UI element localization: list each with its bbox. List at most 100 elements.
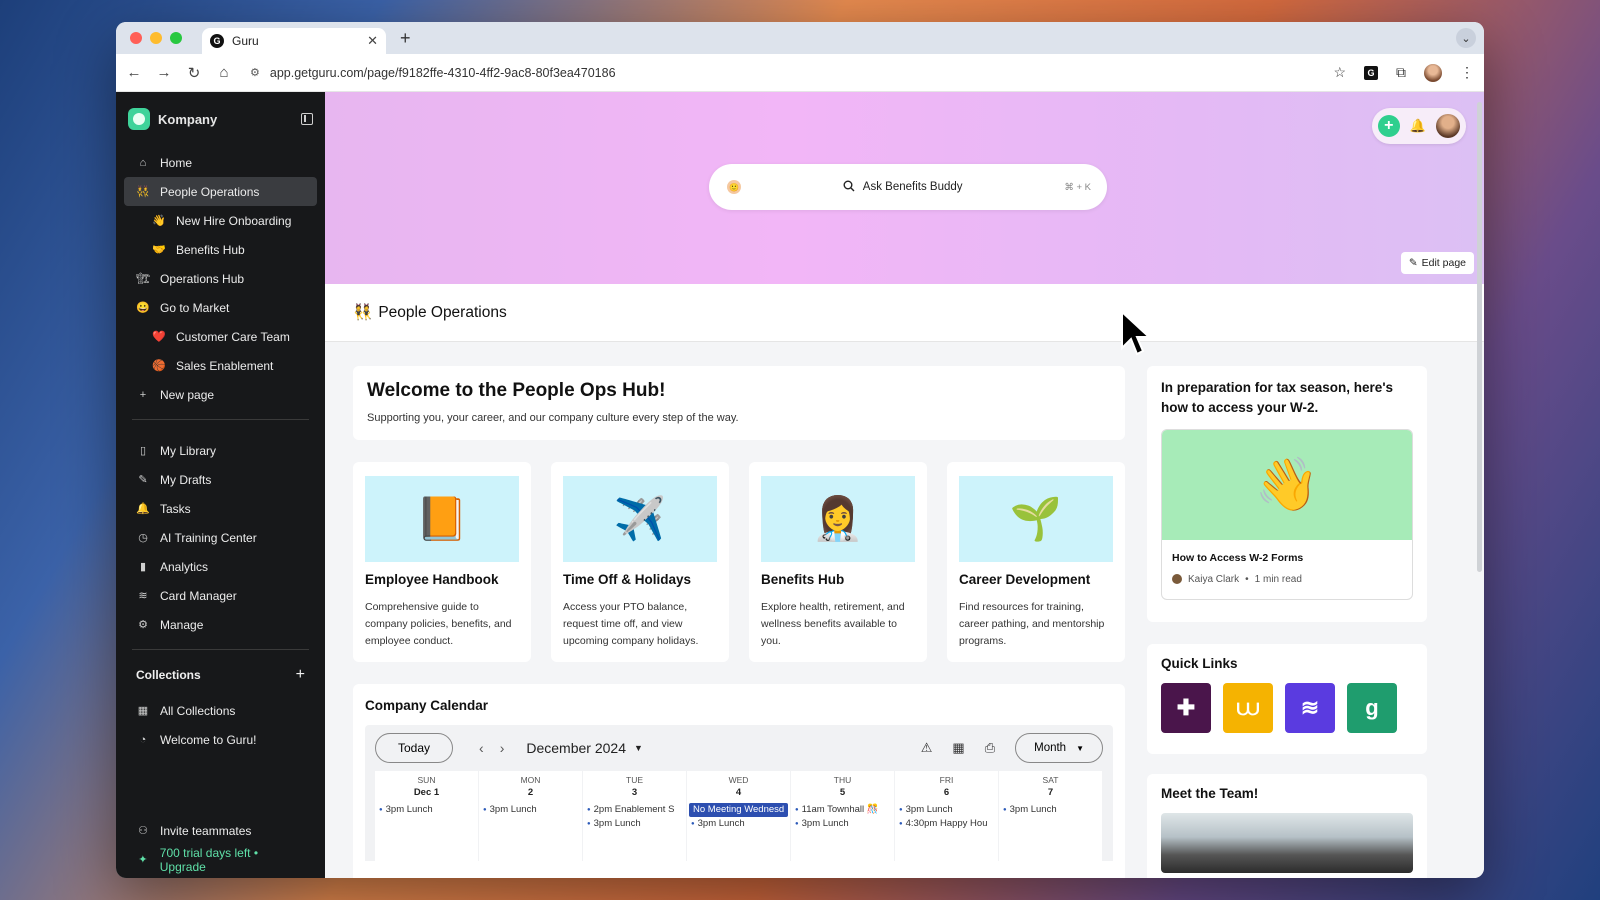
- edit-page-button[interactable]: ✎ Edit page: [1400, 252, 1474, 274]
- hub-description: Access your PTO balance, request time of…: [563, 601, 699, 647]
- view-select[interactable]: Month ▼: [1015, 733, 1103, 763]
- sidebar-item-new-hire-onboarding[interactable]: 👋 New Hire Onboarding: [124, 206, 317, 235]
- calendar-day[interactable]: MON 2 3pm Lunch: [479, 771, 582, 861]
- sidebar-item-analytics[interactable]: ▮ Analytics: [124, 552, 317, 581]
- reload-icon[interactable]: ↻: [186, 64, 202, 82]
- sidebar-tools: ▯ My Library ✎ My Drafts 🔔 Tasks ◷ AI Training …: [116, 430, 325, 639]
- calendar-day[interactable]: WED 4 No Meeting Wednesd3pm Lunch: [687, 771, 790, 861]
- browser-menu-icon[interactable]: ⋮: [1460, 64, 1474, 81]
- sidebar-collections: ▦ All Collections ◔ Welcome to Guru!: [116, 690, 325, 754]
- sidebar-item-welcome-to-guru[interactable]: ◔ Welcome to Guru!: [124, 725, 317, 754]
- tab-search-chevron-icon[interactable]: ⌄: [1456, 28, 1476, 48]
- forward-arrow-icon[interactable]: →: [156, 64, 172, 81]
- quick-link-app-purple-icon[interactable]: ≋: [1285, 683, 1335, 733]
- sidebar-item-label: Analytics: [160, 559, 209, 574]
- workspace-header[interactable]: Kompany: [116, 92, 325, 142]
- user-avatar[interactable]: [1436, 114, 1460, 138]
- sidebar-item-all-collections[interactable]: ▦ All Collections: [124, 696, 317, 725]
- wave-emoji-icon: 👋: [152, 215, 166, 227]
- home-icon[interactable]: ⌂: [216, 64, 232, 81]
- browser-tab[interactable]: G Guru ✕: [202, 28, 386, 54]
- hub-card[interactable]: 👩‍⚕️ Benefits Hub Explore health, retireme…: [749, 462, 927, 662]
- calendar-event[interactable]: 3pm Lunch: [479, 803, 582, 817]
- sidebar-item-label: Sales Enablement: [176, 358, 274, 373]
- next-month-icon[interactable]: ›: [500, 740, 505, 756]
- sidebar-item-operations-hub[interactable]: 🏗 Operations Hub: [124, 264, 317, 293]
- create-plus-button[interactable]: +: [1377, 115, 1400, 137]
- calendar-event[interactable]: 3pm Lunch: [791, 817, 894, 831]
- day-date: 4: [735, 787, 742, 798]
- close-window-button[interactable]: [130, 32, 142, 44]
- quick-link-slack-icon[interactable]: ✚: [1161, 683, 1211, 733]
- hub-card[interactable]: 🌱 Career Development Find resources for tr…: [947, 462, 1125, 662]
- calendar-icon[interactable]: ▦: [952, 740, 964, 756]
- sidebar-item-people-operations[interactable]: 👯 People Operations: [124, 177, 317, 206]
- sidebar-item-home[interactable]: ⌂ Home: [124, 148, 317, 177]
- calendar-day[interactable]: SAT 7 3pm Lunch: [999, 771, 1102, 861]
- quick-link-app-orange-icon[interactable]: ⩊: [1223, 683, 1273, 733]
- sidebar-item-my-drafts[interactable]: ✎ My Drafts: [124, 465, 317, 494]
- calendar-day[interactable]: SUN Dec 1 3pm Lunch: [375, 771, 478, 861]
- sidebar-item-label: New Hire Onboarding: [176, 213, 292, 228]
- sidebar-item-sales-enablement[interactable]: 🏀 Sales Enablement: [124, 351, 317, 380]
- calendar-day[interactable]: TUE 3 2pm Enablement S3pm Lunch: [583, 771, 686, 861]
- sidebar-item-manage[interactable]: ⚙ Manage: [124, 610, 317, 639]
- extensions-puzzle-icon[interactable]: ⧉: [1396, 64, 1406, 81]
- add-user-icon: ⚇: [138, 825, 148, 837]
- minimize-window-button[interactable]: [150, 32, 162, 44]
- day-of-week: SAT: [1042, 775, 1059, 785]
- w2-card-link[interactable]: 👋 How to Access W-2 Forms Kaiya Clark • …: [1161, 428, 1413, 600]
- plus-icon: +: [139, 388, 147, 401]
- home-icon: ⌂: [139, 156, 147, 169]
- calendar-event[interactable]: 2pm Enablement S: [583, 803, 686, 817]
- sidebar-item-label: Tasks: [160, 501, 191, 516]
- calendar-event[interactable]: 4:30pm Happy Hou: [895, 817, 998, 831]
- maximize-window-button[interactable]: [170, 32, 182, 44]
- notifications-bell-icon[interactable]: 🔔: [1410, 118, 1426, 134]
- invite-teammates-button[interactable]: ⚇ Invite teammates: [124, 816, 317, 845]
- calendar-event[interactable]: 3pm Lunch: [687, 817, 790, 831]
- hub-card[interactable]: ✈️ Time Off & Holidays Access your PTO bal…: [551, 462, 729, 662]
- calendar-day[interactable]: FRI 6 3pm Lunch4:30pm Happy Hou: [895, 771, 998, 861]
- calendar-event[interactable]: 3pm Lunch: [999, 803, 1102, 817]
- sidebar-item-new-page[interactable]: + New page: [124, 380, 317, 409]
- sidebar-item-go-to-market[interactable]: 😀 Go to Market: [124, 293, 317, 322]
- bookmark-star-icon[interactable]: ☆: [1333, 64, 1346, 81]
- sidebar-item-card-manager[interactable]: ≋ Card Manager: [124, 581, 317, 610]
- site-settings-icon[interactable]: ⚙: [250, 66, 260, 79]
- guru-extension-icon[interactable]: G: [1364, 65, 1378, 80]
- collapse-sidebar-icon[interactable]: [301, 113, 313, 125]
- ai-search-bar[interactable]: 🙂 Ask Benefits Buddy ⌘ + K: [709, 164, 1107, 210]
- calendar-event[interactable]: 11am Townhall 🎊: [791, 803, 894, 817]
- sidebar-item-my-library[interactable]: ▯ My Library: [124, 436, 317, 465]
- page-scrollbar[interactable]: [1477, 102, 1482, 572]
- sidebar-item-label: New page: [160, 387, 215, 402]
- calendar-event[interactable]: 3pm Lunch: [375, 803, 478, 817]
- sidebar-item-label: All Collections: [160, 703, 236, 718]
- sidebar-item-tasks[interactable]: 🔔 Tasks: [124, 494, 317, 523]
- sidebar-item-ai-training-center[interactable]: ◷ AI Training Center: [124, 523, 317, 552]
- month-picker[interactable]: December 2024 ▼: [526, 740, 643, 756]
- print-icon[interactable]: ⎙: [985, 740, 995, 756]
- add-collection-icon[interactable]: +: [296, 666, 305, 684]
- hub-card[interactable]: 📙 Employee Handbook Comprehensive guide to…: [353, 462, 531, 662]
- sidebar-item-customer-care-team[interactable]: ❤️ Customer Care Team: [124, 322, 317, 351]
- back-arrow-icon[interactable]: ←: [126, 64, 142, 81]
- today-button[interactable]: Today: [375, 733, 454, 763]
- prev-month-icon[interactable]: ‹: [479, 740, 484, 756]
- new-tab-button[interactable]: +: [400, 28, 411, 49]
- day-date: 6: [943, 787, 950, 798]
- calendar-day[interactable]: THU 5 11am Townhall 🎊3pm Lunch: [791, 771, 894, 861]
- feedback-icon[interactable]: ⚠: [921, 740, 933, 756]
- calendar-event[interactable]: 3pm Lunch: [583, 817, 686, 831]
- calendar-event[interactable]: No Meeting Wednesd: [689, 803, 788, 817]
- address-bar[interactable]: ⚙ app.getguru.com/page/f9182ffe-4310-4ff…: [246, 59, 1319, 87]
- sidebar-item-benefits-hub[interactable]: 🤝 Benefits Hub: [124, 235, 317, 264]
- profile-avatar[interactable]: [1424, 63, 1442, 82]
- card-meta: Kaiya Clark • 1 min read: [1162, 570, 1412, 599]
- calendar-event[interactable]: 3pm Lunch: [895, 803, 998, 817]
- hub-emoji-icon: ✈️: [563, 476, 717, 562]
- upgrade-trial-link[interactable]: ✦ 700 trial days left • Upgrade: [124, 845, 317, 874]
- quick-link-guru-icon[interactable]: g: [1347, 683, 1397, 733]
- close-tab-icon[interactable]: ✕: [367, 33, 378, 49]
